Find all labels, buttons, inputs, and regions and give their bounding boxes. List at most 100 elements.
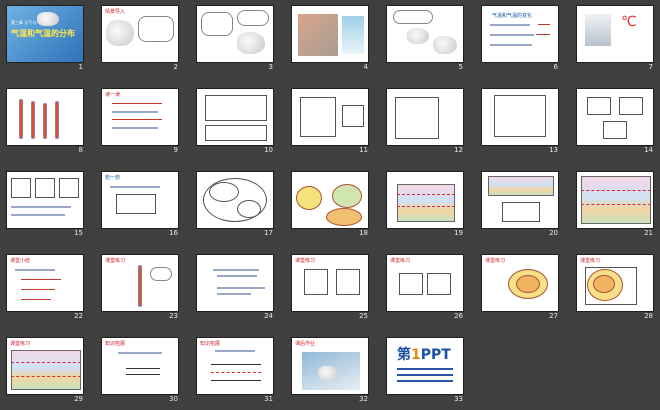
slide-cell-19[interactable]: 19	[386, 171, 464, 237]
slide-thumbnail-14[interactable]	[576, 88, 654, 146]
slide-thumbnail-7[interactable]: ℃	[576, 5, 654, 63]
isotherm-contour	[326, 208, 362, 226]
slide-thumbnail-13[interactable]	[481, 88, 559, 146]
brand-logo-suffix: PPT	[420, 347, 451, 363]
slide-thumbnail-27[interactable]: 课堂练习	[481, 254, 559, 312]
isotherm-line	[211, 364, 261, 365]
slide-title: ℃	[621, 14, 637, 30]
slide-thumbnail-31[interactable]: 知识拓展	[196, 337, 274, 395]
isotherm-contour	[296, 186, 322, 210]
slide-cell-7[interactable]: ℃ 7	[576, 5, 654, 71]
slide-cell-25[interactable]: 课堂练习 25	[291, 254, 369, 320]
slide-cell-9[interactable]: 读一读 9	[101, 88, 179, 154]
slide-cell-5[interactable]: 5	[386, 5, 464, 71]
slide-number: 16	[169, 229, 178, 237]
slide-cell-16[interactable]: 想一想 16	[101, 171, 179, 237]
slide-cell-10[interactable]: 10	[196, 88, 274, 154]
slide-thumbnail-23[interactable]: 课堂练习	[101, 254, 179, 312]
line-chart	[494, 95, 546, 137]
slide-cell-17[interactable]: 17	[196, 171, 274, 237]
slide-thumbnail-25[interactable]: 课堂练习	[291, 254, 369, 312]
thermometer-icon	[55, 101, 59, 139]
slide-thumbnail-19[interactable]	[386, 171, 464, 229]
world-isotherm-map	[11, 350, 81, 390]
slide-thumbnail-21[interactable]	[576, 171, 654, 229]
slide-number: 8	[78, 146, 83, 154]
isotherm-line	[581, 204, 651, 205]
slide-cell-6[interactable]: 气温和气温的变化 6	[481, 5, 559, 71]
slide-number: 14	[644, 146, 653, 154]
speech-bubble	[201, 12, 233, 36]
slide-number: 30	[169, 395, 178, 403]
slide-cell-21[interactable]: 21	[576, 171, 654, 237]
thermometer-icon	[138, 265, 142, 307]
slide-thumbnail-3[interactable]	[196, 5, 274, 63]
slide-thumbnail-22[interactable]: 课堂小结	[6, 254, 84, 312]
line-chart	[587, 97, 611, 115]
climate-chart	[300, 97, 336, 137]
slide-thumbnail-28[interactable]: 课堂练习	[576, 254, 654, 312]
slide-cell-20[interactable]: 20	[481, 171, 559, 237]
speech-bubble	[150, 267, 172, 281]
slide-cell-3[interactable]: 3	[196, 5, 274, 71]
slide-thumbnail-18[interactable]	[291, 171, 369, 229]
slide-thumbnail-8[interactable]	[6, 88, 84, 146]
slide-thumbnail-11[interactable]	[291, 88, 369, 146]
slide-cell-14[interactable]: 14	[576, 88, 654, 154]
glacier-photo	[342, 16, 364, 54]
slide-cell-13[interactable]: 13	[481, 88, 559, 154]
slide-thumbnail-15[interactable]	[6, 171, 84, 229]
slide-cell-29[interactable]: 课堂练习 29	[6, 337, 84, 403]
slide-cell-8[interactable]: 8	[6, 88, 84, 154]
slide-cell-28[interactable]: 课堂练习 28	[576, 254, 654, 320]
slide-thumbnail-12[interactable]	[386, 88, 464, 146]
slide-thumbnail-29[interactable]: 课堂练习	[6, 337, 84, 395]
slide-thumbnail-4[interactable]	[291, 5, 369, 63]
world-isotherm-map	[397, 184, 455, 222]
slide-cell-1[interactable]: 第三章 天气与气候 气温和气温的分布 1	[6, 5, 84, 71]
isotherm-contour	[203, 178, 267, 222]
isotherm-line	[581, 190, 651, 191]
slide-number: 12	[454, 146, 463, 154]
slide-cell-11[interactable]: 11	[291, 88, 369, 154]
slide-thumbnail-2[interactable]: 情景导入	[101, 5, 179, 63]
slide-thumbnail-32[interactable]: 课后作业	[291, 337, 369, 395]
slide-thumbnail-1[interactable]: 第三章 天气与气候 气温和气温的分布	[6, 5, 84, 63]
line-chart	[427, 273, 451, 295]
slide-cell-4[interactable]: 4	[291, 5, 369, 71]
slide-cell-2[interactable]: 情景导入 2	[101, 5, 179, 71]
slide-cell-33[interactable]: 第1PPT 33	[386, 337, 464, 403]
polar-bear-image	[237, 32, 265, 54]
slide-cell-22[interactable]: 课堂小结 22	[6, 254, 84, 320]
slide-thumbnail-6[interactable]: 气温和气温的变化	[481, 5, 559, 63]
slide-cell-12[interactable]: 12	[386, 88, 464, 154]
slide-cell-31[interactable]: 知识拓展 31	[196, 337, 274, 403]
slide-thumbnail-9[interactable]: 读一读	[101, 88, 179, 146]
slide-thumbnail-5[interactable]	[386, 5, 464, 63]
slide-thumbnail-16[interactable]: 想一想	[101, 171, 179, 229]
slide-cell-26[interactable]: 课堂练习 26	[386, 254, 464, 320]
slide-thumbnail-33[interactable]: 第1PPT	[386, 337, 464, 395]
slide-cell-18[interactable]: 18	[291, 171, 369, 237]
slide-thumbnail-24[interactable]	[196, 254, 274, 312]
slide-thumbnail-30[interactable]: 知识拓展	[101, 337, 179, 395]
slide-number: 29	[74, 395, 83, 403]
slide-number: 5	[458, 63, 463, 71]
slide-cell-15[interactable]: 15	[6, 171, 84, 237]
slide-thumbnail-17[interactable]	[196, 171, 274, 229]
isotherm-line	[211, 380, 261, 381]
slide-cell-32[interactable]: 课后作业 32	[291, 337, 369, 403]
slide-cell-27[interactable]: 课堂练习 27	[481, 254, 559, 320]
slide-cell-24[interactable]: 24	[196, 254, 274, 320]
slide-cell-30[interactable]: 知识拓展 30	[101, 337, 179, 403]
brand-logo-digit: 1	[411, 347, 421, 363]
slide-thumbnail-26[interactable]: 课堂练习	[386, 254, 464, 312]
slide-title: 课堂练习	[390, 258, 411, 264]
slide-thumbnail-20[interactable]	[481, 171, 559, 229]
slide-thumbnail-10[interactable]	[196, 88, 274, 146]
slide-cell-23[interactable]: 课堂练习 23	[101, 254, 179, 320]
weather-box-image	[585, 14, 611, 46]
slide-number: 11	[359, 146, 368, 154]
slide-title: 气温和气温的分布	[11, 29, 75, 38]
world-isotherm-map	[488, 176, 554, 196]
